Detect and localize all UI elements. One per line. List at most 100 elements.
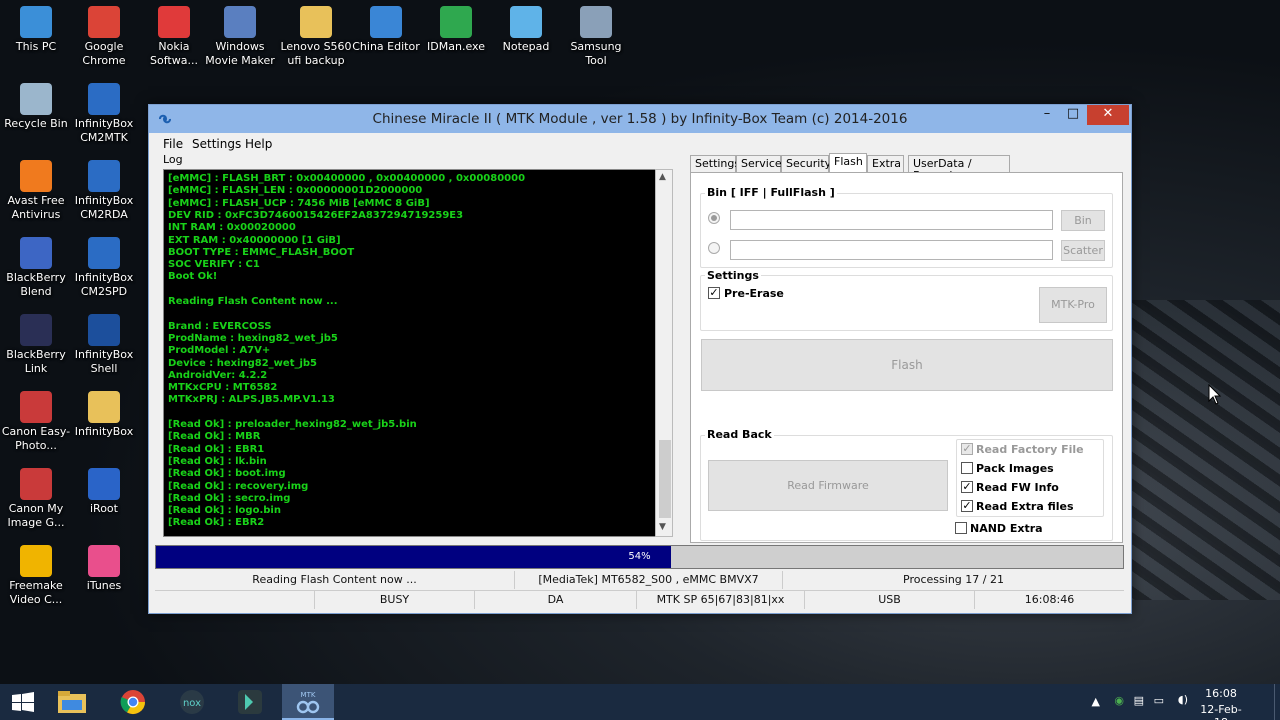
log-scrollbar[interactable]: ▲ ▼ (655, 169, 673, 537)
read-firmware-button[interactable]: Read Firmware (708, 460, 948, 511)
menu-file[interactable]: File (163, 137, 183, 151)
chrome-icon (120, 690, 145, 715)
tray-volume-icon[interactable]: ◖) (1178, 693, 1188, 706)
desktop-icon-label: iRoot (90, 502, 118, 515)
maximize-button[interactable]: □ (1059, 105, 1087, 125)
flash-button[interactable]: Flash (701, 339, 1113, 391)
desktop-icon-avast-free-antivirus[interactable]: Avast Free Antivirus (0, 160, 72, 222)
start-button[interactable] (0, 684, 52, 720)
desktop-icon-label: This PC (15, 40, 57, 53)
log-label: Log (163, 153, 183, 166)
desktop-icon-this-pc[interactable]: This PC (0, 6, 72, 54)
taskbar-file-explorer[interactable] (46, 684, 98, 720)
desktop-icon-label: Notepad (502, 40, 550, 53)
bin-radio[interactable] (708, 212, 720, 224)
scatter-radio[interactable] (708, 242, 720, 254)
desktop-icon-recycle-bin[interactable]: Recycle Bin (0, 83, 72, 131)
desktop-icon-infinitybox-shell[interactable]: InfinityBox Shell (68, 314, 140, 376)
status-message: Reading Flash Content now ... (155, 571, 515, 589)
read-extra-files-checkbox[interactable]: ✓ (961, 500, 973, 512)
tray-network-icon[interactable]: ▤ (1134, 694, 1144, 707)
menu-settings[interactable]: Settings (192, 137, 241, 151)
status-busy: BUSY (315, 591, 475, 609)
avast-icon (20, 160, 52, 192)
read-factory-file-checkbox[interactable]: ✓ (961, 443, 973, 455)
infinitybox-icon (88, 83, 120, 115)
tab-settings[interactable]: Settings (690, 155, 740, 173)
movie-maker-icon (224, 6, 256, 38)
scroll-up-icon[interactable]: ▲ (659, 172, 666, 182)
desktop-icon-infinitybox[interactable]: InfinityBox (68, 391, 140, 439)
tab-flash[interactable]: Flash (829, 153, 867, 174)
close-button[interactable]: ✕ (1087, 105, 1129, 125)
desktop-icon-idman-exe[interactable]: IDMan.exe (420, 6, 492, 54)
pack-images-checkbox[interactable] (961, 462, 973, 474)
desktop-icon-label: Canon My Image G... (7, 502, 65, 529)
progress-bar: 54% (155, 545, 1124, 569)
desktop-icon-samsung-tool[interactable]: Samsung Tool (560, 6, 632, 68)
clock-date: 12-Feb-18 (1200, 703, 1242, 720)
desktop-icon-blackberry-link[interactable]: BlackBerry Link (0, 314, 72, 376)
log-line: EXT RAM : 0x40000000 [1 GiB] (168, 234, 341, 246)
desktop-icon-iroot[interactable]: iRoot (68, 468, 140, 516)
iroot-icon (88, 468, 120, 500)
tray-overflow-icon[interactable]: ▲ (1092, 695, 1100, 708)
scatter-button[interactable]: Scatter (1061, 240, 1105, 261)
mouse-cursor-icon (1208, 384, 1222, 405)
desktop-icon-nokia-softwa[interactable]: Nokia Softwa... (138, 6, 210, 68)
desktop-icon-infinitybox-cm2rda[interactable]: InfinityBox CM2RDA (68, 160, 140, 222)
desktop-icon-blackberry-blend[interactable]: BlackBerry Blend (0, 237, 72, 299)
readback-group-label: Read Back (705, 428, 774, 441)
desktop-icon-china-editor[interactable]: China Editor (350, 6, 422, 54)
tab-service[interactable]: Service (736, 155, 782, 173)
log-line: Reading Flash Content now ... (168, 296, 338, 307)
log-line: [Read Ok] : preloader_hexing82_wet_jb5.b… (168, 419, 417, 430)
desktop-icon-infinitybox-cm2spd[interactable]: InfinityBox CM2SPD (68, 237, 140, 299)
bin-path-input[interactable] (730, 210, 1053, 230)
taskbar-nox[interactable]: nox (166, 684, 218, 720)
nand-extra-label: NAND Extra (970, 522, 1043, 535)
show-desktop-button[interactable] (1274, 684, 1280, 720)
tab-extra[interactable]: Extra (867, 155, 904, 173)
desktop-icon-itunes[interactable]: iTunes (68, 545, 140, 593)
bin-button[interactable]: Bin (1061, 210, 1105, 231)
desktop-icon-label: Nokia Softwa... (150, 40, 198, 67)
nox-icon: nox (180, 690, 204, 714)
title-bar[interactable]: Chinese Miracle II ( MTK Module , ver 1.… (149, 105, 1131, 133)
pack-images-label: Pack Images (976, 462, 1054, 475)
log-line: [Read Ok] : boot.img (168, 468, 286, 480)
minimize-button[interactable]: – (1033, 105, 1061, 125)
desktop-icon-lenovo-s560-ufi-backup[interactable]: Lenovo S560 ufi backup (280, 6, 352, 68)
desktop-icon-canon-my-image-g[interactable]: Canon My Image G... (0, 468, 72, 530)
scrollbar-thumb[interactable] (659, 440, 671, 518)
desktop-icon-label: BlackBerry Link (6, 348, 66, 375)
scatter-path-input[interactable] (730, 240, 1053, 260)
taskbar-chrome[interactable] (108, 684, 160, 720)
desktop-icon-label: InfinityBox CM2SPD (74, 271, 134, 298)
desktop-icon-label: Windows Movie Maker (205, 40, 275, 67)
tab-userdata-forensic[interactable]: UserData / Forensic (908, 155, 1010, 182)
desktop-icon-infinitybox-cm2mtk[interactable]: InfinityBox CM2MTK (68, 83, 140, 145)
desktop-icon-label: Lenovo S560 ufi backup (280, 40, 352, 67)
china-editor-icon (370, 6, 402, 38)
taskbar-cm2-mtk[interactable]: MTK (282, 684, 334, 720)
desktop-icon-windows-movie-maker[interactable]: Windows Movie Maker (204, 6, 276, 68)
nand-extra-checkbox[interactable] (955, 522, 967, 534)
menu-help[interactable]: Help (245, 137, 272, 151)
desktop-icon-freemake-video-c[interactable]: Freemake Video C... (0, 545, 72, 607)
tray-clock[interactable]: 16:08 12-Feb-18 (1194, 687, 1248, 720)
pre-erase-checkbox[interactable]: ✓ (708, 287, 720, 299)
svg-text:nox: nox (183, 698, 201, 709)
tab-security[interactable]: Security (781, 155, 831, 173)
tray-battery-icon[interactable]: ▭ (1154, 694, 1164, 707)
desktop-icon-canon-easy-photo[interactable]: Canon Easy-Photo... (0, 391, 72, 453)
tray-app-icon[interactable]: ◉ (1114, 694, 1124, 707)
read-fw-info-checkbox[interactable]: ✓ (961, 481, 973, 493)
scroll-down-icon[interactable]: ▼ (659, 522, 666, 532)
taskbar-filmora[interactable] (224, 684, 276, 720)
desktop-icon-google-chrome[interactable]: Google Chrome (68, 6, 140, 68)
status-sp: MTK SP 65|67|83|81|xx (637, 591, 805, 609)
desktop-icon-notepad[interactable]: Notepad (490, 6, 562, 54)
mtk-pro-button[interactable]: MTK-Pro (1039, 287, 1107, 323)
log-output[interactable]: [eMMC] : FLASH_BRT : 0x00400000 , 0x0040… (163, 169, 671, 537)
